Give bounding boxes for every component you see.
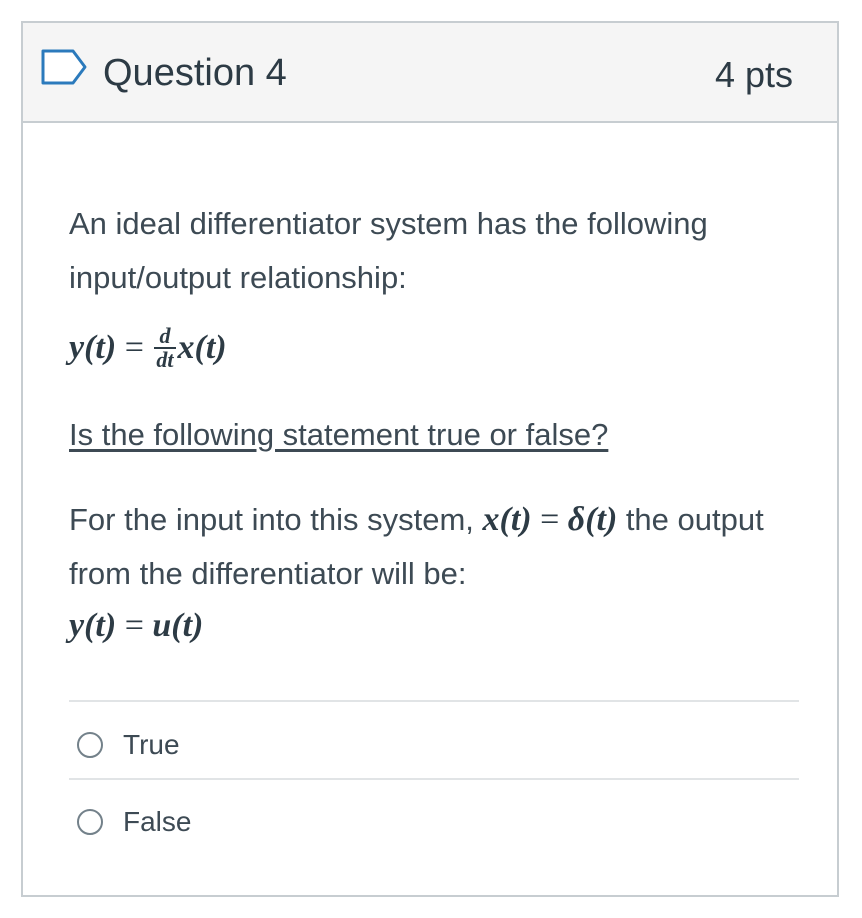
question-prompt: Is the following statement true or false…	[69, 417, 609, 452]
output-equation-rhs: u(t)	[152, 607, 204, 644]
derivative-fraction: d dt	[154, 325, 176, 373]
fraction-denominator: dt	[156, 347, 174, 373]
question-card: Question 4 4 pts An ideal differentiator…	[21, 21, 839, 897]
answer-option-true[interactable]: True	[77, 723, 797, 769]
radio-button-false[interactable]	[77, 809, 103, 835]
statement-text-before: For the input into this system,	[69, 502, 483, 537]
answers-top-divider	[69, 700, 799, 702]
answer-label-false[interactable]: False	[123, 804, 191, 840]
question-title: Question 4	[103, 52, 287, 94]
fraction-numerator: d	[154, 325, 176, 350]
statement-math-rhs: δ(t)	[567, 501, 618, 538]
equation-rhs: x(t)	[177, 329, 227, 366]
question-intro: An ideal differentiator system has the f…	[69, 206, 708, 295]
question-header: Question 4 4 pts	[23, 23, 837, 123]
equation-equals: =	[124, 329, 144, 366]
equation-lhs: y(t)	[69, 329, 117, 366]
statement-math-lhs: x(t)	[482, 501, 532, 538]
output-equation-lhs: y(t)	[69, 607, 117, 644]
statement-math-equals: =	[540, 501, 560, 538]
question-points: 4 pts	[714, 54, 793, 95]
radio-button-true[interactable]	[77, 732, 103, 758]
output-equation-equals: =	[124, 607, 144, 644]
output-equation: y(t) = u(t)	[69, 601, 203, 651]
answers-divider	[69, 778, 799, 780]
differentiator-equation: y(t) = d dt x(t)	[69, 323, 227, 373]
statement-math: x(t) = δ(t)	[483, 501, 626, 538]
question-statement: For the input into this system, x(t) = δ…	[69, 493, 799, 601]
flag-question-icon[interactable]	[41, 49, 87, 85]
answer-option-false[interactable]: False	[77, 800, 797, 846]
answer-label-true[interactable]: True	[123, 727, 180, 763]
